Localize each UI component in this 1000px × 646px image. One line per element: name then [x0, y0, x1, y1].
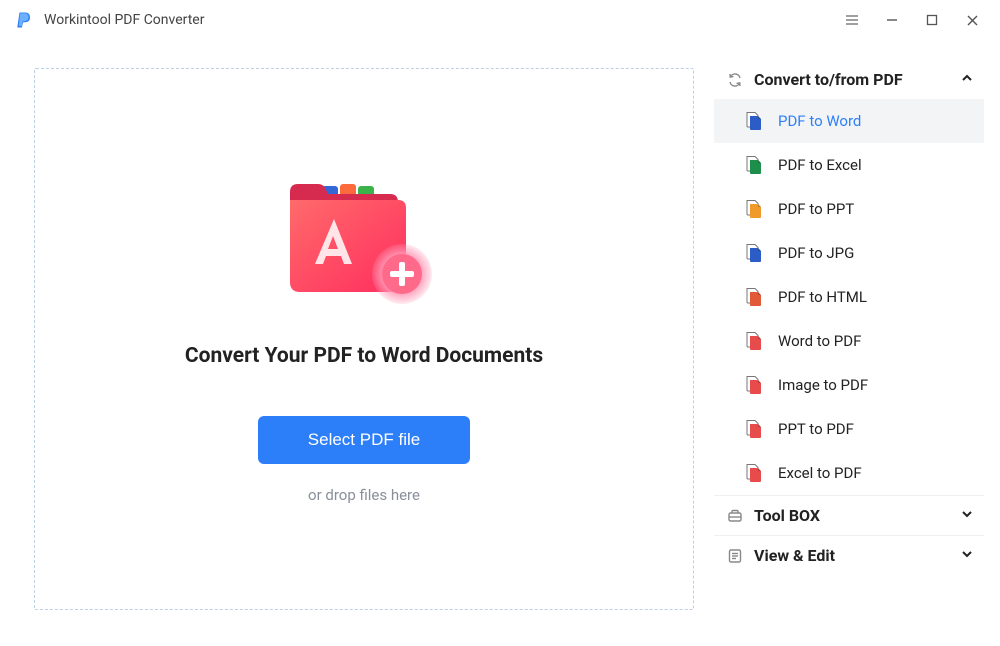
- file-type-icon: [744, 199, 764, 219]
- menu-item-label: Word to PDF: [778, 332, 861, 350]
- chevron-down-icon: [960, 546, 974, 565]
- file-type-icon: [744, 111, 764, 131]
- menu-item-pdf-to-excel[interactable]: PDF to Excel: [714, 143, 984, 187]
- file-type-icon: [744, 375, 764, 395]
- menu-item-pdf-to-word[interactable]: PDF to Word: [714, 99, 984, 143]
- maximize-button[interactable]: [912, 2, 952, 38]
- section-convert[interactable]: Convert to/from PDF: [714, 60, 984, 99]
- menu-item-pdf-to-jpg[interactable]: PDF to JPG: [714, 231, 984, 275]
- folder-illustration-icon: [274, 164, 454, 314]
- file-type-icon: [744, 287, 764, 307]
- section-label: View & Edit: [754, 546, 960, 565]
- menu-item-label: Image to PDF: [778, 376, 868, 394]
- viewedit-icon: [726, 547, 744, 565]
- menu-item-pdf-to-ppt[interactable]: PDF to PPT: [714, 187, 984, 231]
- menu-button[interactable]: [832, 2, 872, 38]
- menu-item-label: PDF to PPT: [778, 200, 854, 218]
- section-toolbox[interactable]: Tool BOX: [714, 495, 984, 535]
- drop-hint: or drop files here: [308, 486, 420, 504]
- chevron-down-icon: [960, 506, 974, 525]
- main-panel: Convert Your PDF to Word Documents Selec…: [0, 40, 714, 646]
- titlebar: Workintool PDF Converter: [0, 0, 1000, 40]
- minimize-button[interactable]: [872, 2, 912, 38]
- toolbox-icon: [726, 507, 744, 525]
- select-file-button[interactable]: Select PDF file: [258, 416, 470, 464]
- menu-item-label: PPT to PDF: [778, 420, 854, 438]
- menu-item-label: PDF to Word: [778, 112, 861, 130]
- section-label: Convert to/from PDF: [754, 70, 960, 89]
- menu-item-pdf-to-html[interactable]: PDF to HTML: [714, 275, 984, 319]
- file-type-icon: [744, 463, 764, 483]
- menu-item-word-to-pdf[interactable]: Word to PDF: [714, 319, 984, 363]
- file-type-icon: [744, 419, 764, 439]
- chevron-up-icon: [960, 70, 974, 89]
- menu-item-image-to-pdf[interactable]: Image to PDF: [714, 363, 984, 407]
- sidebar: Convert to/from PDF PDF to Word PDF to E…: [714, 40, 1000, 646]
- convert-icon: [726, 71, 744, 89]
- close-button[interactable]: [952, 2, 992, 38]
- dropzone-heading: Convert Your PDF to Word Documents: [185, 344, 543, 368]
- app-logo-icon: [14, 10, 34, 30]
- menu-item-label: PDF to Excel: [778, 156, 862, 174]
- menu-item-label: PDF to HTML: [778, 288, 867, 306]
- section-label: Tool BOX: [754, 506, 960, 525]
- file-type-icon: [744, 155, 764, 175]
- convert-menu: PDF to Word PDF to Excel PDF to PPT PDF …: [714, 99, 984, 495]
- menu-item-label: PDF to JPG: [778, 244, 854, 262]
- section-viewedit[interactable]: View & Edit: [714, 535, 984, 575]
- file-type-icon: [744, 243, 764, 263]
- drop-zone[interactable]: Convert Your PDF to Word Documents Selec…: [34, 68, 694, 610]
- app-title: Workintool PDF Converter: [44, 12, 204, 28]
- menu-item-excel-to-pdf[interactable]: Excel to PDF: [714, 451, 984, 495]
- menu-item-ppt-to-pdf[interactable]: PPT to PDF: [714, 407, 984, 451]
- menu-item-label: Excel to PDF: [778, 464, 862, 482]
- file-type-icon: [744, 331, 764, 351]
